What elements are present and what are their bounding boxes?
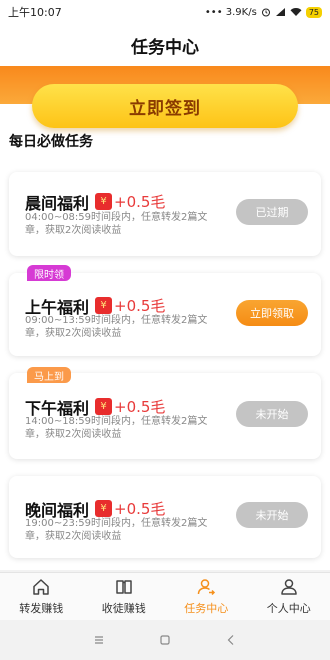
limited-time-tag: 限时领 [27,265,71,281]
network-speed: ••• 3.9K/s [204,6,257,18]
signal-icon [275,8,285,16]
task-card-morning: 晨间福利 ¥ +0.5毛 04:00~08:59时间段内，任意转发2篇文章，获取… [9,172,321,256]
task-card-evening: 晚间福利 ¥ +0.5毛 19:00~23:59时间段内，任意转发2篇文章，获取… [9,476,321,558]
task-description: 09:00~13:59时间段内，任意转发2篇文章，获取2次阅读收益 [25,315,208,339]
not-started-button[interactable]: 未开始 [236,502,308,528]
task-reward: +0.5毛 [114,193,166,211]
not-started-button[interactable]: 未开始 [236,401,308,427]
nav-task-center[interactable]: 任务中心 [165,573,248,620]
task-description: 14:00~18:59时间段内，任意转发2篇文章，获取2次阅读收益 [25,416,208,440]
nav-label: 任务中心 [184,602,229,615]
task-description: 04:00~08:59时间段内，任意转发2篇文章，获取2次阅读收益 [25,212,208,236]
nav-forward-earn[interactable]: 转发赚钱 [0,573,83,620]
claim-now-button[interactable]: 立即领取 [236,300,308,326]
task-reward: +0.5毛 [114,297,166,315]
person-add-icon [198,579,216,596]
home-square-icon[interactable] [158,633,172,647]
menu-icon[interactable] [92,633,106,647]
status-bar: 上午10:07 ••• 3.9K/s 75 [0,0,330,24]
signin-button[interactable]: 立即签到 [32,84,298,128]
yen-icon: ¥ [95,500,112,517]
yen-icon: ¥ [95,297,112,314]
battery-icon: 75 [305,6,322,18]
nav-label: 转发赚钱 [19,602,64,615]
section-title: 每日必做任务 [9,134,93,150]
home-icon [33,579,49,595]
person-icon [281,579,297,595]
status-time: 上午10:07 [8,6,62,19]
yen-icon: ¥ [95,193,112,210]
nav-profile[interactable]: 个人中心 [248,573,330,620]
wifi-icon [290,8,302,16]
page-title: 任务中心 [0,24,330,66]
task-description: 19:00~23:59时间段内，任意转发2篇文章，获取2次阅读收益 [25,518,208,542]
nav-label: 收徒赚钱 [101,602,146,615]
system-nav-bar [0,620,330,660]
task-reward: +0.5毛 [114,500,166,518]
book-icon [116,580,132,594]
task-card-forenoon: 上午福利 ¥ +0.5毛 09:00~13:59时间段内，任意转发2篇文章，获取… [9,273,321,356]
status-indicators: ••• 3.9K/s 75 [204,6,322,18]
coming-soon-tag: 马上到 [27,367,71,383]
expired-button[interactable]: 已过期 [236,199,308,225]
nav-recruit-earn[interactable]: 收徒赚钱 [83,573,166,620]
nav-label: 个人中心 [266,602,311,615]
bottom-nav: 转发赚钱 收徒赚钱 任务中心 个人中心 [0,572,330,620]
task-card-afternoon: 下午福利 ¥ +0.5毛 14:00~18:59时间段内，任意转发2篇文章，获取… [9,373,321,459]
back-icon[interactable] [224,633,238,647]
task-reward: +0.5毛 [114,398,166,416]
alarm-icon [261,8,270,17]
yen-icon: ¥ [95,398,112,415]
